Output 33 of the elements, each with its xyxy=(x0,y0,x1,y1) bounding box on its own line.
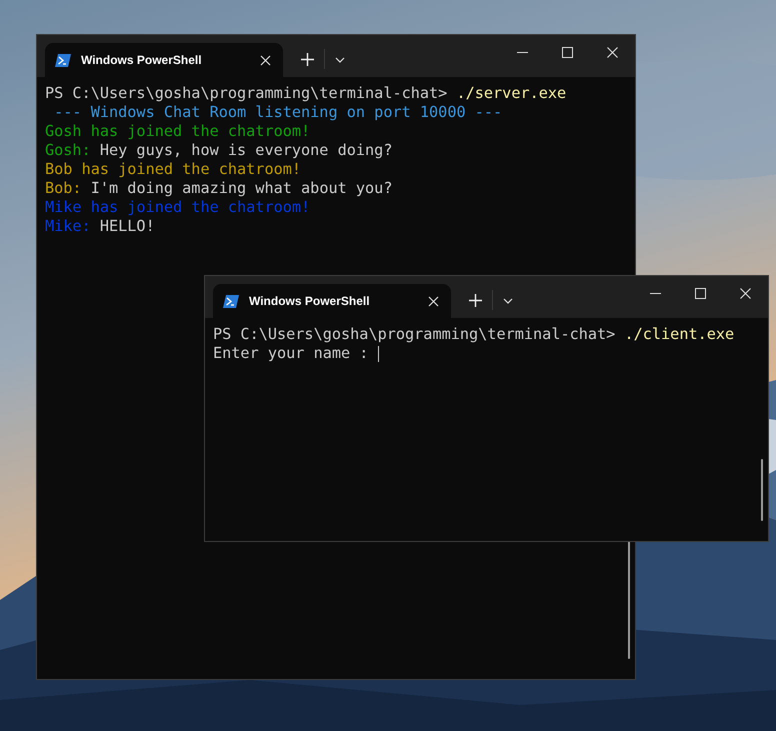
terminal-text: Enter your name : xyxy=(213,344,370,363)
close-icon[interactable] xyxy=(607,47,618,58)
terminal-text: ./client.exe xyxy=(624,325,734,344)
scrollbar[interactable] xyxy=(761,459,763,521)
tab[interactable]: Windows PowerShell xyxy=(45,43,283,77)
maximize-icon[interactable] xyxy=(695,288,706,299)
terminal-text: Bob: xyxy=(45,179,82,198)
powershell-icon xyxy=(55,54,71,66)
tab-title: Windows PowerShell xyxy=(81,53,203,67)
terminal-text: ./server.exe xyxy=(456,84,566,103)
terminal-text: Hey guys, how is everyone doing? xyxy=(98,141,392,160)
chevron-down-icon[interactable] xyxy=(503,298,513,304)
terminal-text: Mike has joined the chatroom! xyxy=(45,198,310,217)
close-icon[interactable] xyxy=(260,54,271,66)
scrollbar[interactable] xyxy=(628,539,630,659)
powershell-icon xyxy=(223,294,239,308)
maximize-icon[interactable] xyxy=(562,47,573,58)
plus-icon[interactable] xyxy=(301,53,314,66)
plus-icon[interactable] xyxy=(469,294,482,307)
terminal-text: HELLO! xyxy=(98,217,155,236)
terminal-text: PS C:\Users\gosha\programming\terminal-chat> xyxy=(45,84,448,103)
terminal-text: PS C:\Users\gosha\programming\terminal-chat> xyxy=(213,325,616,344)
terminal-text: Gosh: xyxy=(45,141,91,160)
close-icon[interactable] xyxy=(740,288,751,299)
terminal-text: --- Windows Chat Room listening on port 10000 --- xyxy=(53,103,502,122)
chevron-down-icon[interactable] xyxy=(335,57,345,63)
terminal-text: Gosh has joined the chatroom! xyxy=(45,122,310,141)
terminal-text: I'm doing amazing what about you? xyxy=(90,179,392,198)
terminal-text: Bob has joined the chatroom! xyxy=(45,160,302,179)
terminal-text: Mike: xyxy=(45,217,91,236)
close-icon[interactable] xyxy=(428,296,439,306)
tab[interactable]: Windows PowerShell xyxy=(213,284,451,318)
tab-title: Windows PowerShell xyxy=(249,294,371,308)
